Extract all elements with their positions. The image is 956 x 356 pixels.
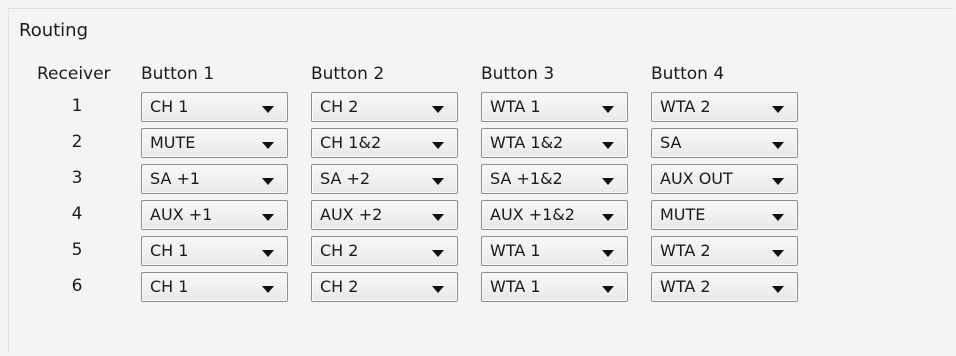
receiver-4-button-4-select[interactable]: MUTE <box>651 200 798 230</box>
receiver-5-button-4-select[interactable]: WTA 2 <box>651 236 798 266</box>
dropdown-arrow-icon[interactable] <box>262 214 274 221</box>
dropdown-arrow-icon[interactable] <box>432 286 444 293</box>
receiver-5-button-3-select[interactable]: WTA 1 <box>481 236 628 266</box>
receiver-3-button-1-select[interactable]: SA +1 <box>141 164 288 194</box>
dropdown-arrow-icon[interactable] <box>772 286 784 293</box>
select-value: CH 2 <box>320 97 359 116</box>
receiver-2-button-4-select[interactable]: SA <box>651 128 798 158</box>
dropdown-arrow-icon[interactable] <box>262 178 274 185</box>
receiver-6-button-1-select[interactable]: CH 1 <box>141 272 288 302</box>
button-1-header: Button 1 <box>141 64 215 84</box>
dropdown-arrow-icon[interactable] <box>772 250 784 257</box>
select-value: WTA 2 <box>660 277 711 296</box>
button-4-header: Button 4 <box>651 64 725 84</box>
receiver-4-button-1-select[interactable]: AUX +1 <box>141 200 288 230</box>
receiver-2-button-1-select[interactable]: MUTE <box>141 128 288 158</box>
select-value: CH 1 <box>150 241 189 260</box>
button-2-header: Button 2 <box>311 64 385 84</box>
select-value: CH 1 <box>150 277 189 296</box>
select-value: WTA 1 <box>490 241 541 260</box>
select-value: WTA 2 <box>660 97 711 116</box>
dropdown-arrow-icon[interactable] <box>772 106 784 113</box>
dropdown-arrow-icon[interactable] <box>432 106 444 113</box>
select-value: SA +1 <box>150 169 201 188</box>
receiver-3-button-2-select[interactable]: SA +2 <box>311 164 458 194</box>
dropdown-arrow-icon[interactable] <box>262 286 274 293</box>
receiver-6-button-3-select[interactable]: WTA 1 <box>481 272 628 302</box>
dropdown-arrow-icon[interactable] <box>602 250 614 257</box>
dropdown-arrow-icon[interactable] <box>772 178 784 185</box>
receiver-1-button-3-select[interactable]: WTA 1 <box>481 92 628 122</box>
dropdown-arrow-icon[interactable] <box>432 214 444 221</box>
receiver-number: 4 <box>71 204 83 224</box>
receiver-1-button-1-select[interactable]: CH 1 <box>141 92 288 122</box>
select-value: WTA 1&2 <box>490 133 564 152</box>
dropdown-arrow-icon[interactable] <box>602 286 614 293</box>
dropdown-arrow-icon[interactable] <box>602 178 614 185</box>
select-value: AUX +1 <box>150 205 213 224</box>
dropdown-arrow-icon[interactable] <box>262 250 274 257</box>
receiver-number: 5 <box>71 240 83 260</box>
button-3-header: Button 3 <box>481 64 555 84</box>
select-value: CH 2 <box>320 241 359 260</box>
receiver-2-button-2-select[interactable]: CH 1&2 <box>311 128 458 158</box>
dropdown-arrow-icon[interactable] <box>602 142 614 149</box>
dropdown-arrow-icon[interactable] <box>262 106 274 113</box>
dropdown-arrow-icon[interactable] <box>602 106 614 113</box>
receiver-5-button-1-select[interactable]: CH 1 <box>141 236 288 266</box>
select-value: SA <box>660 133 682 152</box>
dropdown-arrow-icon[interactable] <box>772 214 784 221</box>
select-value: CH 1&2 <box>320 133 382 152</box>
select-value: WTA 1 <box>490 97 541 116</box>
receiver-3-button-3-select[interactable]: SA +1&2 <box>481 164 628 194</box>
receiver-number: 3 <box>71 168 83 188</box>
receiver-number: 2 <box>71 132 83 152</box>
select-value: SA +1&2 <box>490 169 563 188</box>
dropdown-arrow-icon[interactable] <box>432 250 444 257</box>
dropdown-arrow-icon[interactable] <box>432 178 444 185</box>
receiver-1-button-4-select[interactable]: WTA 2 <box>651 92 798 122</box>
dropdown-arrow-icon[interactable] <box>602 214 614 221</box>
select-value: AUX +2 <box>320 205 383 224</box>
select-value: WTA 2 <box>660 241 711 260</box>
receiver-4-button-2-select[interactable]: AUX +2 <box>311 200 458 230</box>
receiver-1-button-2-select[interactable]: CH 2 <box>311 92 458 122</box>
receiver-number: 6 <box>71 276 83 296</box>
dropdown-arrow-icon[interactable] <box>432 142 444 149</box>
receiver-3-button-4-select[interactable]: AUX OUT <box>651 164 798 194</box>
receiver-number: 1 <box>71 96 83 116</box>
select-value: MUTE <box>660 205 706 224</box>
select-value: WTA 1 <box>490 277 541 296</box>
receiver-5-button-2-select[interactable]: CH 2 <box>311 236 458 266</box>
dropdown-arrow-icon[interactable] <box>262 142 274 149</box>
select-value: SA +2 <box>320 169 371 188</box>
select-value: CH 1 <box>150 97 189 116</box>
routing-group-title: Routing <box>19 20 89 41</box>
select-value: AUX +1&2 <box>490 205 575 224</box>
dropdown-arrow-icon[interactable] <box>772 142 784 149</box>
receiver-header: Receiver <box>37 64 111 84</box>
receiver-6-button-2-select[interactable]: CH 2 <box>311 272 458 302</box>
select-value: AUX OUT <box>660 169 733 188</box>
select-value: MUTE <box>150 133 196 152</box>
receiver-2-button-3-select[interactable]: WTA 1&2 <box>481 128 628 158</box>
receiver-4-button-3-select[interactable]: AUX +1&2 <box>481 200 628 230</box>
select-value: CH 2 <box>320 277 359 296</box>
receiver-6-button-4-select[interactable]: WTA 2 <box>651 272 798 302</box>
